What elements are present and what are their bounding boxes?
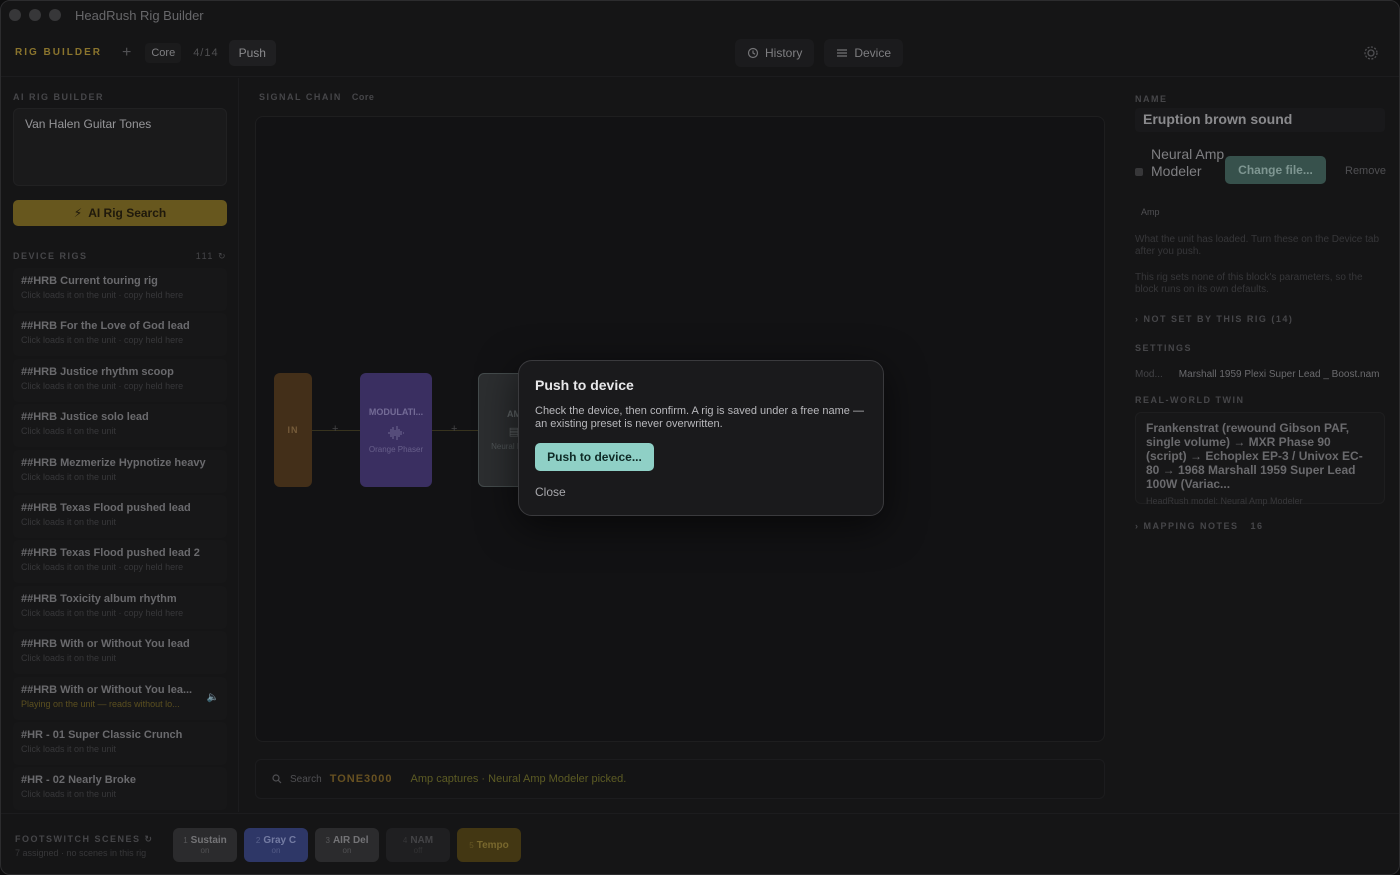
push-to-device-button[interactable]: Push to device... xyxy=(535,443,654,471)
close-dialog-button[interactable]: Close xyxy=(535,485,867,499)
dialog-text: Check the device, then confirm. A rig is… xyxy=(535,405,864,430)
push-dialog: Push to device Check the device, then co… xyxy=(518,360,884,516)
dialog-title: Push to device xyxy=(535,377,634,393)
app-window: HeadRush Rig Builder RIG BUILDER + Core … xyxy=(0,0,1400,875)
